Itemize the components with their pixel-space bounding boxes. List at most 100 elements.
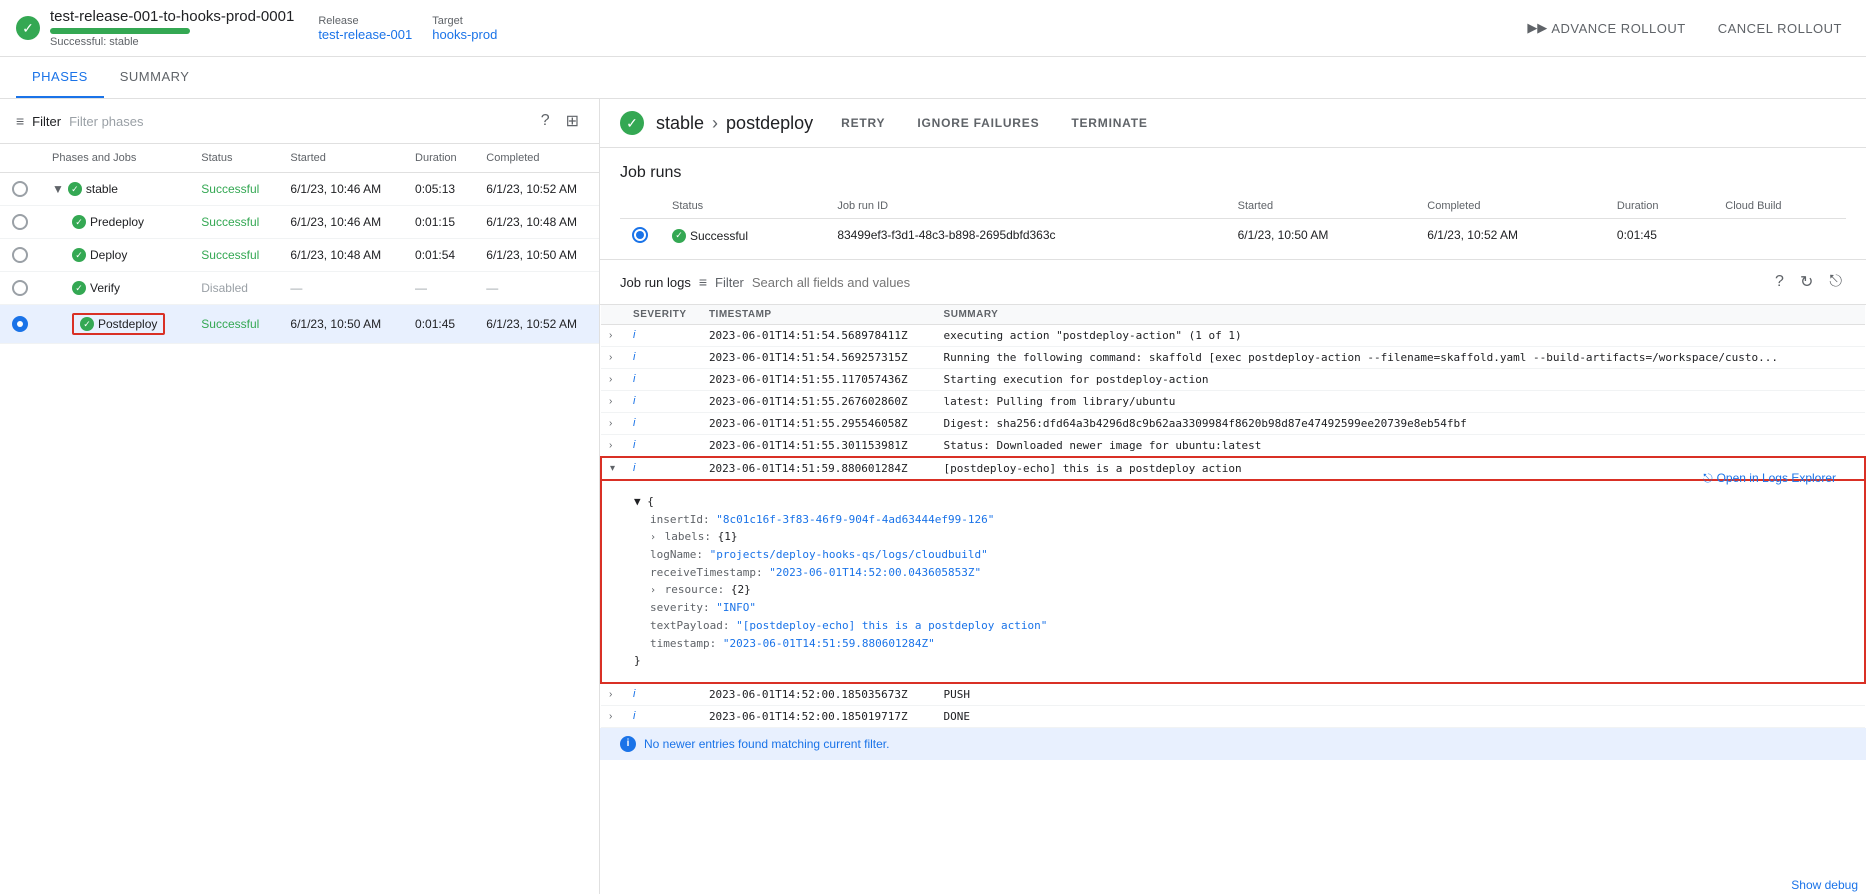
show-debug-link[interactable]: Show debug <box>1783 874 1866 896</box>
deploy-duration: 0:01:54 <box>403 239 474 272</box>
postdeploy-duration: 0:01:45 <box>403 305 474 344</box>
log-severity: i <box>633 439 635 451</box>
log-row[interactable]: › i 2023-06-01T14:51:54.569257315Z Runni… <box>601 347 1865 369</box>
log-severity: i <box>633 417 635 429</box>
radio-stable[interactable] <box>12 181 28 197</box>
columns-icon-button[interactable]: ⊞ <box>562 107 583 135</box>
logs-container[interactable]: SEVERITY TIMESTAMP SUMMARY › i 2023-06-0… <box>600 305 1866 894</box>
advance-rollout-button[interactable]: ▶▶ ADVANCE ROLLOUT <box>1519 14 1693 42</box>
log-col-expand <box>601 305 625 325</box>
log-row[interactable]: › i 2023-06-01T14:52:00.185019717Z DONE <box>601 705 1865 727</box>
release-link[interactable]: test-release-001 <box>318 27 412 42</box>
phases-table: Phases and Jobs Status Started Duration … <box>0 144 599 344</box>
log-filter-actions: ? ↻ ⎋ <box>1771 268 1846 296</box>
log-help-icon-button[interactable]: ? <box>1771 269 1788 295</box>
job-run-row[interactable]: ✓ Successful 83499ef3-f3d1-48c3-b898-269… <box>620 219 1846 252</box>
log-field-resource[interactable]: › resource: {2} <box>650 581 1832 599</box>
log-field-labels[interactable]: › labels: {1} <box>650 528 1832 546</box>
log-summary: Starting execution for postdeploy-action <box>936 369 1865 391</box>
deploy-status: Successful <box>201 248 259 262</box>
log-refresh-icon-button[interactable]: ↻ <box>1796 268 1817 296</box>
log-row[interactable]: › i 2023-06-01T14:51:55.267602860Z lates… <box>601 391 1865 413</box>
log-summary: DONE <box>936 705 1865 727</box>
deploy-completed: 6/1/23, 10:50 AM <box>474 239 599 272</box>
radio-postdeploy[interactable] <box>12 316 28 332</box>
terminate-button[interactable]: TERMINATE <box>1063 112 1155 134</box>
log-summary: Digest: sha256:dfd64a3b4296d8c9b62aa3309… <box>936 413 1865 435</box>
expand-icon[interactable]: › <box>609 418 612 429</box>
table-row[interactable]: ✓ Deploy Successful 6/1/23, 10:48 AM 0:0… <box>0 239 599 272</box>
radio-predeploy[interactable] <box>12 214 28 230</box>
log-row[interactable]: › i 2023-06-01T14:51:55.301153981Z Statu… <box>601 435 1865 458</box>
log-table: SEVERITY TIMESTAMP SUMMARY › i 2023-06-0… <box>600 305 1866 728</box>
log-field-textPayload: textPayload: "[postdeploy-echo] this is … <box>650 617 1832 635</box>
deploy-check-icon: ✓ <box>72 248 86 262</box>
help-icon-button[interactable]: ? <box>537 107 554 135</box>
header: ✓ test-release-001-to-hooks-prod-0001 Su… <box>0 0 1866 57</box>
log-row-expanded[interactable]: ▾ i 2023-06-01T14:51:59.880601284Z [post… <box>601 457 1865 480</box>
expand-icon[interactable]: › <box>609 374 612 385</box>
log-severity: i <box>633 351 635 363</box>
job-runs-table-header: Status Job run ID Started Completed Dura… <box>620 194 1846 219</box>
phase-title: stable › postdeploy <box>656 113 813 134</box>
expand-icon[interactable]: › <box>609 330 612 341</box>
job-run-cloud-build <box>1713 219 1846 252</box>
log-severity: i <box>633 373 635 385</box>
expand-icon[interactable]: › <box>609 440 612 451</box>
log-summary: executing action "postdeploy-action" (1 … <box>936 325 1865 347</box>
stable-check-icon: ✓ <box>68 182 82 196</box>
expand-icon[interactable]: › <box>609 711 612 722</box>
table-row[interactable]: ✓ Postdeploy Successful 6/1/23, 10:50 AM… <box>0 305 599 344</box>
log-timestamp: 2023-06-01T14:51:54.569257315Z <box>701 347 936 369</box>
radio-verify[interactable] <box>12 280 28 296</box>
header-meta: Release test-release-001 Target hooks-pr… <box>318 15 497 42</box>
log-timestamp: 2023-06-01T14:52:00.185035673Z <box>701 683 936 706</box>
log-row[interactable]: › i 2023-06-01T14:51:55.295546058Z Diges… <box>601 413 1865 435</box>
target-link[interactable]: hooks-prod <box>432 27 497 42</box>
log-row[interactable]: › i 2023-06-01T14:52:00.185035673Z PUSH <box>601 683 1865 706</box>
filter-input[interactable] <box>69 114 529 129</box>
expand-icon[interactable]: ▾ <box>610 463 615 474</box>
log-external-link-icon-button[interactable]: ⎋ <box>1825 269 1846 295</box>
log-search-input[interactable] <box>752 275 1763 290</box>
expand-icon[interactable]: › <box>609 352 612 363</box>
log-row[interactable]: › i 2023-06-01T14:51:55.117057436Z Start… <box>601 369 1865 391</box>
log-detail-content: ⎋ Open in Logs Explorer ▼ { insertId: "8… <box>610 485 1856 678</box>
ignore-failures-button[interactable]: IGNORE FAILURES <box>909 112 1047 134</box>
log-row[interactable]: › i 2023-06-01T14:51:54.568978411Z execu… <box>601 325 1865 347</box>
job-run-started: 6/1/23, 10:50 AM <box>1226 219 1416 252</box>
cancel-rollout-button[interactable]: CANCEL ROLLOUT <box>1710 15 1850 42</box>
postdeploy-status: Successful <box>201 317 259 331</box>
log-field-receiveTimestamp: receiveTimestamp: "2023-06-01T14:52:00.0… <box>650 564 1832 582</box>
phase-name-deploy: ✓ Deploy <box>72 248 177 262</box>
log-filter-bar: Job run logs ≡ Filter ? ↻ ⎋ <box>600 259 1866 305</box>
retry-button[interactable]: RETRY <box>833 112 893 134</box>
log-detail-brace-open: ▼ { <box>634 493 1832 511</box>
log-field-logName: logName: "projects/deploy-hooks-qs/logs/… <box>650 546 1832 564</box>
phases-table-header: Phases and Jobs Status Started Duration … <box>0 144 599 173</box>
expand-icon[interactable]: › <box>609 689 612 700</box>
predeploy-label: Predeploy <box>90 215 144 229</box>
info-circle-icon: i <box>620 736 636 752</box>
verify-label: Verify <box>90 281 120 295</box>
predeploy-duration: 0:01:15 <box>403 206 474 239</box>
expand-stable-arrow[interactable]: ▼ <box>52 182 64 196</box>
log-summary: Running the following command: skaffold … <box>936 347 1865 369</box>
log-timestamp: 2023-06-01T14:51:59.880601284Z <box>701 457 936 480</box>
job-run-selector[interactable] <box>632 227 648 243</box>
phase-name-predeploy: ✓ Predeploy <box>72 215 177 229</box>
table-row[interactable]: ▼ ✓ stable Successful 6/1/23, 10:46 AM 0… <box>0 173 599 206</box>
radio-deploy[interactable] <box>12 247 28 263</box>
tab-phases[interactable]: PHASES <box>16 57 104 98</box>
jr-col-duration: Duration <box>1605 194 1713 219</box>
tab-summary[interactable]: SUMMARY <box>104 57 206 98</box>
table-row[interactable]: ✓ Verify Disabled — — — <box>0 272 599 305</box>
release-meta: Release test-release-001 <box>318 15 412 42</box>
right-panel: ✓ stable › postdeploy RETRY IGNORE FAILU… <box>600 99 1866 894</box>
postdeploy-started: 6/1/23, 10:50 AM <box>278 305 403 344</box>
table-row[interactable]: ✓ Predeploy Successful 6/1/23, 10:46 AM … <box>0 206 599 239</box>
open-logs-explorer-link[interactable]: ⎋ Open in Logs Explorer <box>1703 469 1836 488</box>
release-title: test-release-001-to-hooks-prod-0001 <box>50 8 294 25</box>
external-link-icon: ⎋ <box>1703 469 1713 488</box>
expand-icon[interactable]: › <box>609 396 612 407</box>
